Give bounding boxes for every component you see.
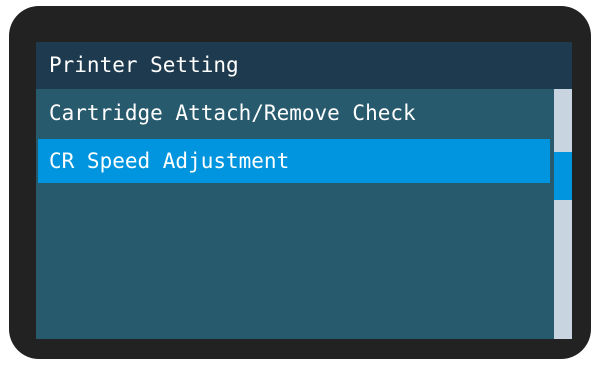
menu-item-cartridge-attach-remove-check[interactable]: Cartridge Attach/Remove Check xyxy=(36,91,550,135)
lcd-screen: Printer Setting Cartridge Attach/Remove … xyxy=(36,42,572,339)
screen-title: Printer Setting xyxy=(49,53,239,77)
menu-item-label: CR Speed Adjustment xyxy=(49,149,290,173)
menu-item-cr-speed-adjustment[interactable]: CR Speed Adjustment xyxy=(38,139,550,183)
scrollbar-thumb[interactable] xyxy=(554,152,572,200)
title-bar: Printer Setting xyxy=(36,42,572,89)
menu-item-label: Cartridge Attach/Remove Check xyxy=(49,101,416,125)
scrollbar[interactable] xyxy=(554,89,572,339)
menu-list: Cartridge Attach/Remove Check CR Speed A… xyxy=(36,89,550,339)
